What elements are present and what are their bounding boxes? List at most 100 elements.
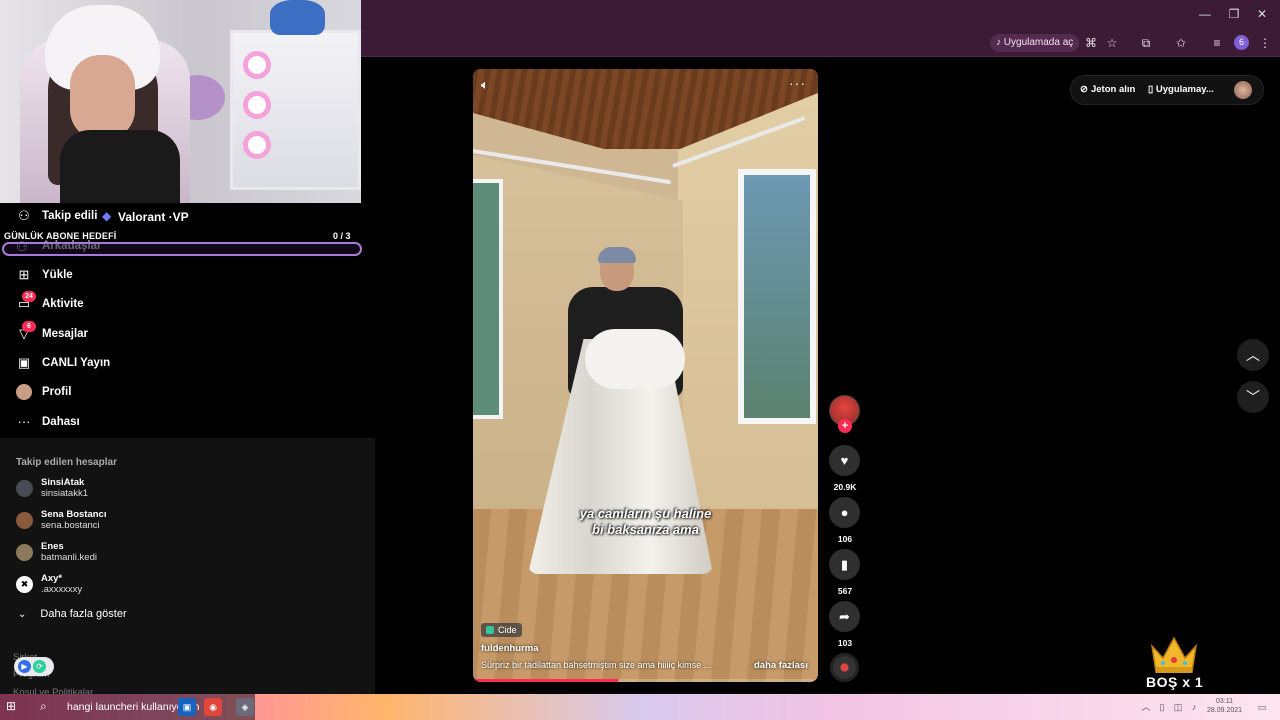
chevron-down-icon: ⌄ — [18, 608, 27, 620]
webcam-plush-toy — [270, 0, 325, 35]
reading-list-icon[interactable]: ≡ — [1208, 35, 1226, 51]
comment-button[interactable]: ● — [829, 497, 860, 528]
upload-icon: ⊞ — [18, 267, 30, 282]
account-handle: sinsiatakk1 — [41, 488, 88, 499]
webcam-overlay — [0, 0, 361, 203]
app-icon[interactable]: ◈ — [236, 698, 254, 716]
windows-start-icon[interactable]: ⊞ — [6, 699, 22, 715]
video-scene-window — [473, 179, 503, 419]
pc-fan-icon — [243, 91, 271, 119]
favorites-icon[interactable]: ✩ — [1172, 35, 1190, 51]
like-button[interactable]: ♥ — [829, 445, 860, 476]
bookmark-icon: ▮ — [840, 556, 849, 572]
tray-battery-icon[interactable]: ▯ — [1156, 701, 1168, 713]
search-icon[interactable]: ⌕ — [40, 699, 47, 714]
messages-badge: 6 — [22, 321, 36, 332]
coin-icon: ⊘ — [1080, 84, 1088, 95]
window-close-button[interactable]: ✕ — [1253, 6, 1271, 22]
share-count: 103 — [837, 638, 853, 648]
get-coins-button[interactable]: ⊘ Jeton alın — [1080, 84, 1135, 95]
location-chip[interactable]: Cide — [481, 623, 522, 637]
show-more-button[interactable]: ⌄ Daha fazla göster — [18, 608, 127, 620]
video-subtitle: bi baksanıza ama — [592, 522, 699, 537]
followed-account[interactable]: ✖ Axy* .axxxxxxy — [16, 570, 82, 598]
sidebar-item-label: Aktivite — [42, 298, 84, 310]
sidebar-item-following[interactable]: ⚇ Takip edili — [16, 205, 97, 227]
pc-fan-icon — [243, 51, 271, 79]
window-minimize-button[interactable]: — — [1196, 6, 1214, 22]
bookmark-star-icon[interactable]: ☆ — [1103, 35, 1121, 51]
follow-plus-icon[interactable]: + — [838, 419, 852, 433]
refresh-icon: ⟳ — [33, 660, 46, 673]
video-scene-window — [738, 169, 816, 424]
comment-count: 106 — [837, 534, 853, 544]
video-player[interactable]: ya camların şu haline bi baksanıza ama 🔈… — [473, 69, 818, 682]
sidebar-item-profile[interactable]: Profil — [16, 381, 71, 403]
sidebar-item-upload[interactable]: ⊞ Yükle — [16, 264, 73, 286]
sidebar-item-live[interactable]: ▣ CANLI Yayın — [16, 352, 110, 374]
extensions-icon[interactable]: ⧉ — [1137, 35, 1155, 51]
window-restore-button[interactable]: ❐ — [1225, 6, 1243, 22]
followed-account[interactable]: Sena Bostancı sena.bostanci — [16, 506, 106, 534]
location-label: Cide — [498, 625, 517, 635]
clock-time: 03:11 — [1216, 698, 1234, 705]
open-in-app-button[interactable]: ♪ Uygulamada aç — [990, 34, 1080, 52]
live-icon: ▣ — [17, 355, 31, 370]
video-progress-fill — [473, 679, 618, 682]
overlay-mini-widget: ▶ ⟳ — [14, 657, 54, 676]
stream-counter-label: BOŞ x 1 — [1146, 674, 1204, 690]
game-label: Valorant ·VP — [118, 210, 189, 224]
video-description-more-link[interactable]: daha fazlası — [754, 660, 808, 671]
video-scene-person — [598, 247, 636, 263]
video-progress-bar[interactable] — [473, 679, 818, 682]
account-avatar — [16, 511, 33, 529]
video-author[interactable]: fuldenhurma — [481, 643, 539, 654]
music-disc-icon[interactable] — [830, 653, 859, 682]
tray-volume-icon[interactable]: ♪ — [1188, 701, 1200, 713]
account-name: Enes — [41, 541, 64, 552]
account-avatar — [16, 543, 33, 561]
tray-chevron-icon[interactable]: ︿ — [1140, 701, 1152, 713]
user-avatar[interactable] — [1234, 81, 1252, 99]
video-scene-curtain — [585, 329, 685, 389]
browser-menu-icon[interactable]: ⋮ — [1256, 35, 1274, 51]
profile-avatar — [16, 384, 32, 400]
sidebar-item-label: Profil — [42, 386, 72, 398]
account-name: Sena Bostancı — [41, 509, 107, 520]
sidebar-item-more[interactable]: ··· Dahası — [16, 411, 80, 433]
share-button[interactable]: ➦ — [829, 601, 860, 632]
tray-network-icon[interactable]: ◫ — [1172, 701, 1184, 713]
sidebar-item-activity[interactable]: ▭ 24 Aktivite — [16, 291, 84, 315]
chevron-up-icon: ︿ — [1246, 347, 1260, 363]
account-name: SinsiAtak — [41, 477, 85, 488]
get-app-button[interactable]: ▯ Uygulamay... — [1148, 84, 1214, 95]
crown-icon — [1150, 636, 1198, 673]
activity-badge: 24 — [22, 291, 36, 302]
sidebar-item-label: Takip edili — [42, 210, 98, 222]
followed-account[interactable]: Enes batmanli.kedi — [16, 538, 97, 566]
play-icon: ▶ — [18, 660, 31, 673]
taskbar-clock[interactable]: 03:11 28.09.2021 — [1207, 697, 1242, 715]
location-pin-icon — [486, 626, 494, 634]
previous-video-button[interactable]: ︿ — [1237, 339, 1269, 371]
next-video-button[interactable]: ﹀ — [1237, 381, 1269, 413]
open-in-app-label: Uygulamada aç — [1003, 37, 1074, 48]
like-count: 20.9K — [833, 482, 857, 492]
comment-icon: ● — [840, 505, 849, 520]
followed-account[interactable]: SinsiAtak sinsiatakk1 — [16, 474, 88, 502]
translate-icon[interactable]: ⌘ — [1082, 35, 1100, 51]
notification-icon[interactable]: ▭ — [1256, 701, 1268, 713]
volume-icon[interactable]: 🔈︎ — [481, 77, 499, 93]
sidebar-item-messages[interactable]: ▽ 6 Mesajlar — [16, 321, 88, 345]
browser-profile-badge[interactable]: 6 — [1234, 35, 1249, 50]
chrome-icon[interactable]: ◉ — [204, 698, 222, 716]
webcam-person-shirt — [60, 130, 180, 203]
show-more-label: Daha fazla göster — [40, 608, 127, 620]
messages-icon: ▽ 6 — [16, 321, 36, 342]
app-icon[interactable]: ▣ — [178, 698, 196, 716]
share-icon: ➦ — [839, 608, 850, 624]
save-button[interactable]: ▮ — [829, 549, 860, 580]
video-more-options-icon[interactable]: ··· — [789, 75, 809, 91]
account-handle: .axxxxxxy — [41, 584, 83, 595]
get-coins-label: Jeton alın — [1090, 84, 1136, 95]
